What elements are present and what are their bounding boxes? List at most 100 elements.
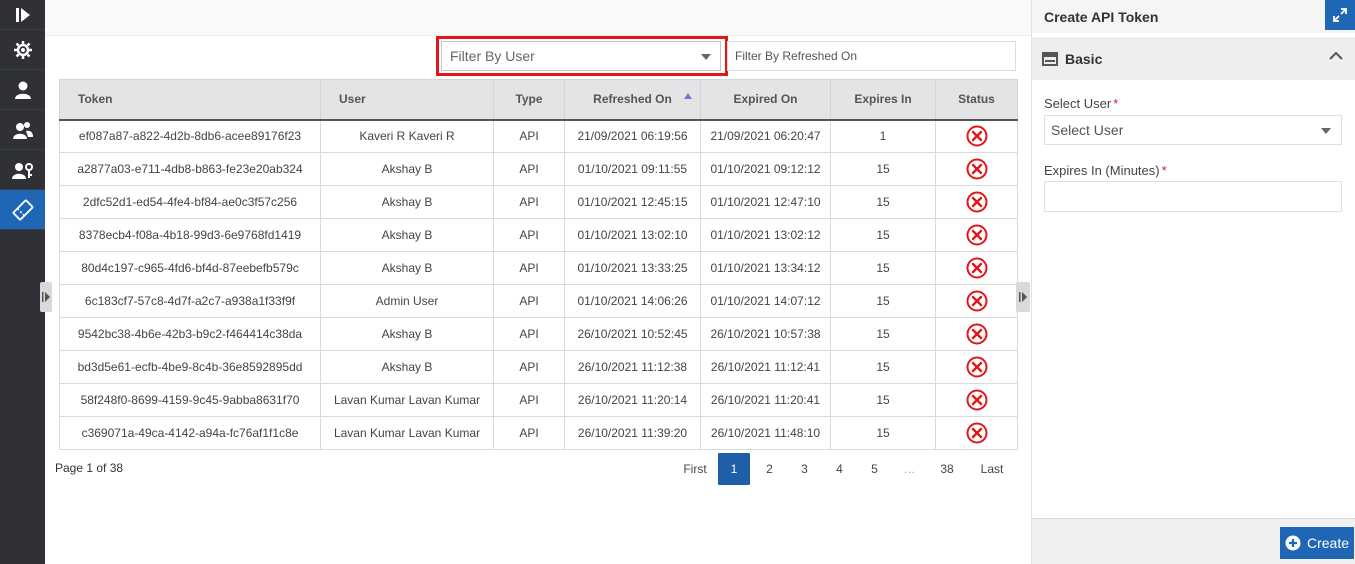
cell-refreshed-on: 01/10/2021 14:06:26 <box>564 284 701 318</box>
cell-refreshed-on: 21/09/2021 06:19:56 <box>564 118 701 153</box>
cell-type: API <box>493 218 565 252</box>
cell-token: c369071a-49ca-4142-a94a-fc76af1f1c8e <box>59 416 321 450</box>
nav-item-api-tokens[interactable] <box>0 190 45 230</box>
select-user-label: Select User * <box>1044 96 1118 111</box>
panel-header: Create API Token <box>1032 0 1355 33</box>
filter-by-user-dropdown[interactable]: Filter By User <box>441 41 721 71</box>
cell-expires-in: 15 <box>830 152 936 186</box>
pagination-page-1[interactable]: 1 <box>718 453 750 485</box>
expires-in-label-text: Expires In (Minutes) <box>1044 163 1160 178</box>
column-header-token[interactable]: Token <box>59 79 321 120</box>
cell-user: Kaveri R Kaveri R <box>320 118 494 153</box>
table-row[interactable]: 9542bc38-4b6e-42b3-b9c2-f464414c38da Aks… <box>59 317 1018 351</box>
table-row[interactable]: ef087a87-a822-4d2b-8db6-acee89176f23 Kav… <box>59 118 1018 153</box>
cell-expired-on: 26/10/2021 11:20:41 <box>700 383 831 417</box>
cell-token: 58f248f0-8699-4159-9c45-9abba8631f70 <box>59 383 321 417</box>
column-header-expired-on[interactable]: Expired On <box>700 79 831 120</box>
cell-token: 9542bc38-4b6e-42b3-b9c2-f464414c38da <box>59 317 321 351</box>
cell-user: Akshay B <box>320 317 494 351</box>
nav-item-user[interactable] <box>0 70 45 110</box>
cell-expires-in: 15 <box>830 251 936 285</box>
left-nav-rail <box>0 0 45 564</box>
table-row[interactable]: 80d4c197-c965-4fd6-bf4d-87eebefb579c Aks… <box>59 251 1018 285</box>
cell-user: Akshay B <box>320 350 494 384</box>
revoked-x-icon[interactable] <box>966 257 988 279</box>
collapse-right-icon <box>1019 292 1027 302</box>
cell-status <box>935 383 1018 417</box>
column-header-refreshed-on[interactable]: Refreshed On <box>564 79 701 120</box>
cell-type: API <box>493 185 565 219</box>
pagination-page-3[interactable]: 3 <box>787 453 822 485</box>
pagination-page-2[interactable]: 2 <box>752 453 787 485</box>
revoked-x-icon[interactable] <box>966 290 988 312</box>
collapse-left-handle[interactable] <box>40 282 52 312</box>
pagination-page-4[interactable]: 4 <box>822 453 857 485</box>
nav-item-user-keys[interactable] <box>0 150 45 190</box>
revoked-x-icon[interactable] <box>966 125 988 147</box>
table-row[interactable]: 8378ecb4-f08a-4b18-99d3-6e9768fd1419 Aks… <box>59 218 1018 252</box>
cell-type: API <box>493 416 565 450</box>
select-user-dropdown[interactable]: Select User <box>1044 115 1342 145</box>
create-button-label: Create <box>1306 535 1350 551</box>
revoked-x-icon[interactable] <box>966 356 988 378</box>
table-row[interactable]: 6c183cf7-57c8-4d7f-a2c7-a938a1f33f9f Adm… <box>59 284 1018 318</box>
collapse-rail-button[interactable] <box>0 0 45 30</box>
cell-token: 80d4c197-c965-4fd6-bf4d-87eebefb579c <box>59 251 321 285</box>
column-header-status[interactable]: Status <box>935 79 1018 120</box>
cell-type: API <box>493 118 565 153</box>
cell-refreshed-on: 26/10/2021 11:39:20 <box>564 416 701 450</box>
collapse-right-handle[interactable] <box>1016 282 1030 312</box>
revoked-x-icon[interactable] <box>966 323 988 345</box>
table-row[interactable]: bd3d5e61-ecfb-4be9-8c4b-36e8592895dd Aks… <box>59 350 1018 384</box>
table-row[interactable]: 2dfc52d1-ed54-4fe4-bf84-ae0c3f57c256 Aks… <box>59 185 1018 219</box>
table-row[interactable]: a2877a03-e711-4db8-b863-fe23e20ab324 Aks… <box>59 152 1018 186</box>
expires-in-label: Expires In (Minutes) * <box>1044 163 1167 178</box>
revoked-x-icon[interactable] <box>966 191 988 213</box>
column-header-expires-in[interactable]: Expires In <box>830 79 936 120</box>
revoked-x-icon[interactable] <box>966 422 988 444</box>
pagination-first[interactable]: First <box>672 453 718 485</box>
select-user-placeholder: Select User <box>1051 122 1124 138</box>
revoked-x-icon[interactable] <box>966 224 988 246</box>
revoked-x-icon[interactable] <box>966 158 988 180</box>
cell-expires-in: 15 <box>830 416 936 450</box>
column-header-type[interactable]: Type <box>493 79 565 120</box>
filter-by-refreshed-on-input[interactable]: Filter By Refreshed On <box>727 41 1016 71</box>
cell-expired-on: 01/10/2021 09:12:12 <box>700 152 831 186</box>
nav-item-groups[interactable] <box>0 110 45 150</box>
main-content: Filter By User Filter By Refreshed On To… <box>40 0 1031 564</box>
section-basic-header[interactable]: Basic <box>1032 37 1355 80</box>
cell-expired-on: 26/10/2021 10:57:38 <box>700 317 831 351</box>
pagination-page-38[interactable]: 38 <box>927 453 967 485</box>
cell-refreshed-on: 01/10/2021 13:33:25 <box>564 251 701 285</box>
cell-user: Admin User <box>320 284 494 318</box>
expand-panel-button[interactable] <box>1325 0 1355 30</box>
chevron-up-icon <box>1329 51 1343 60</box>
collapse-rail-icon <box>15 7 30 22</box>
cell-status <box>935 317 1018 351</box>
expires-in-input[interactable] <box>1044 181 1342 212</box>
cell-token: 2dfc52d1-ed54-4fe4-bf84-ae0c3f57c256 <box>59 185 321 219</box>
filter-by-refreshed-placeholder: Filter By Refreshed On <box>735 49 858 63</box>
form-section-icon <box>1042 51 1058 66</box>
pagination-last[interactable]: Last <box>967 453 1017 485</box>
cell-refreshed-on: 01/10/2021 12:45:15 <box>564 185 701 219</box>
cell-user: Lavan Kumar Lavan Kumar <box>320 383 494 417</box>
cell-refreshed-on: 26/10/2021 10:52:45 <box>564 317 701 351</box>
cell-expired-on: 26/10/2021 11:12:41 <box>700 350 831 384</box>
table-row[interactable]: c369071a-49ca-4142-a94a-fc76af1f1c8e Lav… <box>59 416 1018 450</box>
collapse-left-icon <box>42 292 50 302</box>
cell-token: a2877a03-e711-4db8-b863-fe23e20ab324 <box>59 152 321 186</box>
cell-expired-on: 01/10/2021 14:07:12 <box>700 284 831 318</box>
pagination-page-5[interactable]: 5 <box>857 453 892 485</box>
create-button[interactable]: Create <box>1280 527 1354 559</box>
column-header-user[interactable]: User <box>320 79 494 120</box>
cell-expired-on: 21/09/2021 06:20:47 <box>700 118 831 153</box>
cell-expired-on: 01/10/2021 13:34:12 <box>700 251 831 285</box>
revoked-x-icon[interactable] <box>966 389 988 411</box>
cell-token: 8378ecb4-f08a-4b18-99d3-6e9768fd1419 <box>59 218 321 252</box>
table-row[interactable]: 58f248f0-8699-4159-9c45-9abba8631f70 Lav… <box>59 383 1018 417</box>
pagination: First 1 2 3 4 5 … 38 Last <box>672 453 1017 485</box>
nav-item-settings[interactable] <box>0 30 45 70</box>
plus-circle-icon <box>1285 535 1301 551</box>
